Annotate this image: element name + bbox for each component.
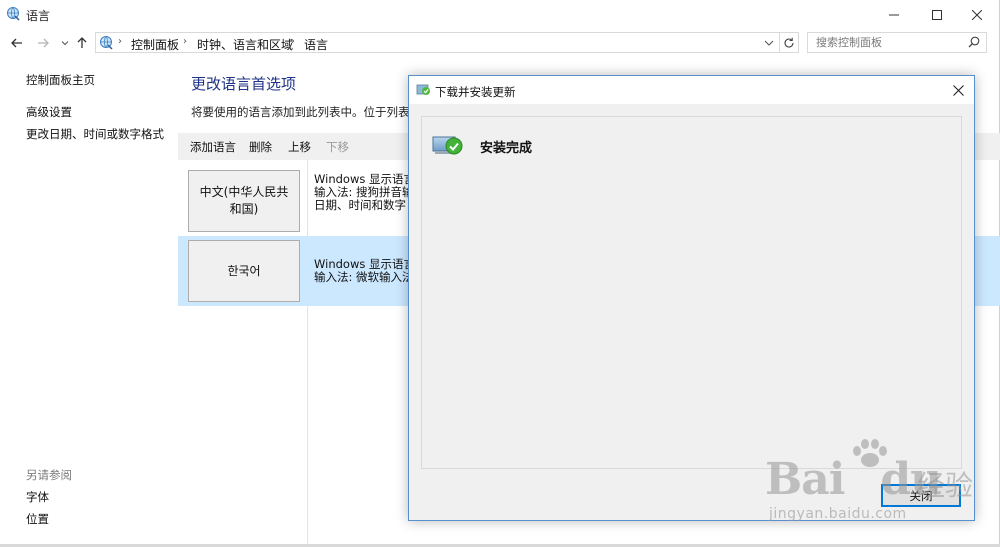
location-link[interactable]: 位置: [26, 511, 49, 527]
page-description: 将要使用的语言添加到此列表中。位于列表第一: [191, 105, 433, 119]
navigation-bar: › 控制面板 › 时钟、语言和区域 › 语言: [0, 30, 1000, 56]
arrow-right-icon: [38, 38, 49, 48]
advanced-settings-link[interactable]: 高级设置: [26, 104, 72, 120]
refresh-button[interactable]: [779, 32, 799, 53]
page-title: 更改语言首选项: [191, 75, 297, 93]
install-status-text: 安装完成: [480, 141, 533, 156]
close-icon: [952, 84, 964, 96]
dialog-title: 下载并安装更新: [435, 85, 516, 99]
maximize-icon: [932, 10, 942, 20]
close-window-button[interactable]: [954, 0, 1000, 30]
close-icon: [972, 10, 982, 20]
arrow-up-icon: [77, 37, 87, 48]
see-also-heading: 另请参阅: [26, 468, 72, 482]
search-box[interactable]: [807, 32, 987, 53]
up-button[interactable]: [73, 33, 91, 53]
breadcrumb-clock-language-region[interactable]: 时钟、语言和区域: [197, 36, 293, 53]
dialog-title-bar: 下载并安装更新: [409, 76, 974, 104]
chevron-down-icon: [61, 41, 69, 46]
control-panel-icon: [99, 35, 115, 54]
dialog-close-button[interactable]: 关闭: [881, 484, 961, 507]
breadcrumb-separator: ›: [183, 36, 187, 47]
input-method-text: 输入法: 微软输入法: [314, 270, 414, 284]
recent-locations-button[interactable]: [56, 33, 74, 53]
breadcrumb-separator: ›: [118, 36, 122, 47]
move-down-button[interactable]: 下移: [326, 139, 349, 155]
breadcrumb-control-panel[interactable]: 控制面板: [131, 36, 179, 53]
minimize-icon: [889, 14, 899, 16]
dialog-content-panel: [421, 116, 962, 469]
download-install-dialog: 下载并安装更新 安装完成 关闭: [408, 75, 975, 521]
search-icon[interactable]: [968, 36, 980, 51]
search-input[interactable]: [808, 33, 971, 52]
install-complete-icon: [432, 134, 464, 159]
update-icon: [416, 83, 431, 100]
date-time-format-text: 日期、时间和数字: [314, 198, 406, 212]
forward-button[interactable]: [34, 33, 52, 53]
language-button-chinese[interactable]: 中文(中华人民共和国): [188, 170, 300, 232]
language-button-korean[interactable]: 한국어: [188, 240, 300, 302]
control-panel-home-link[interactable]: 控制面板主页: [26, 72, 95, 88]
globe-language-icon: [6, 6, 22, 25]
language-details-chinese: Windows 显示语言: 输入法: 搜狗拼音输 日期、时间和数字: [314, 173, 419, 212]
window-title: 语言: [26, 9, 51, 23]
dialog-close-x-button[interactable]: [948, 81, 968, 99]
title-bar: 语言: [0, 0, 1000, 30]
arrow-left-icon: [11, 38, 22, 48]
breadcrumb-separator: ›: [291, 36, 295, 47]
breadcrumb-language[interactable]: 语言: [304, 36, 328, 53]
change-date-time-format-link[interactable]: 更改日期、时间或数字格式: [26, 126, 164, 142]
move-up-button[interactable]: 上移: [288, 139, 311, 155]
fonts-link[interactable]: 字体: [26, 489, 49, 505]
remove-language-button[interactable]: 删除: [249, 139, 272, 155]
back-button[interactable]: [8, 33, 26, 53]
language-details-korean: Windows 显示语言: 输入法: 微软输入法: [314, 258, 419, 284]
address-bar[interactable]: › 控制面板 › 时钟、语言和区域 › 语言: [95, 32, 780, 53]
address-dropdown-icon[interactable]: [764, 37, 774, 51]
refresh-icon: [784, 37, 794, 48]
add-language-button[interactable]: 添加语言: [190, 139, 236, 155]
minimize-button[interactable]: [871, 0, 917, 30]
